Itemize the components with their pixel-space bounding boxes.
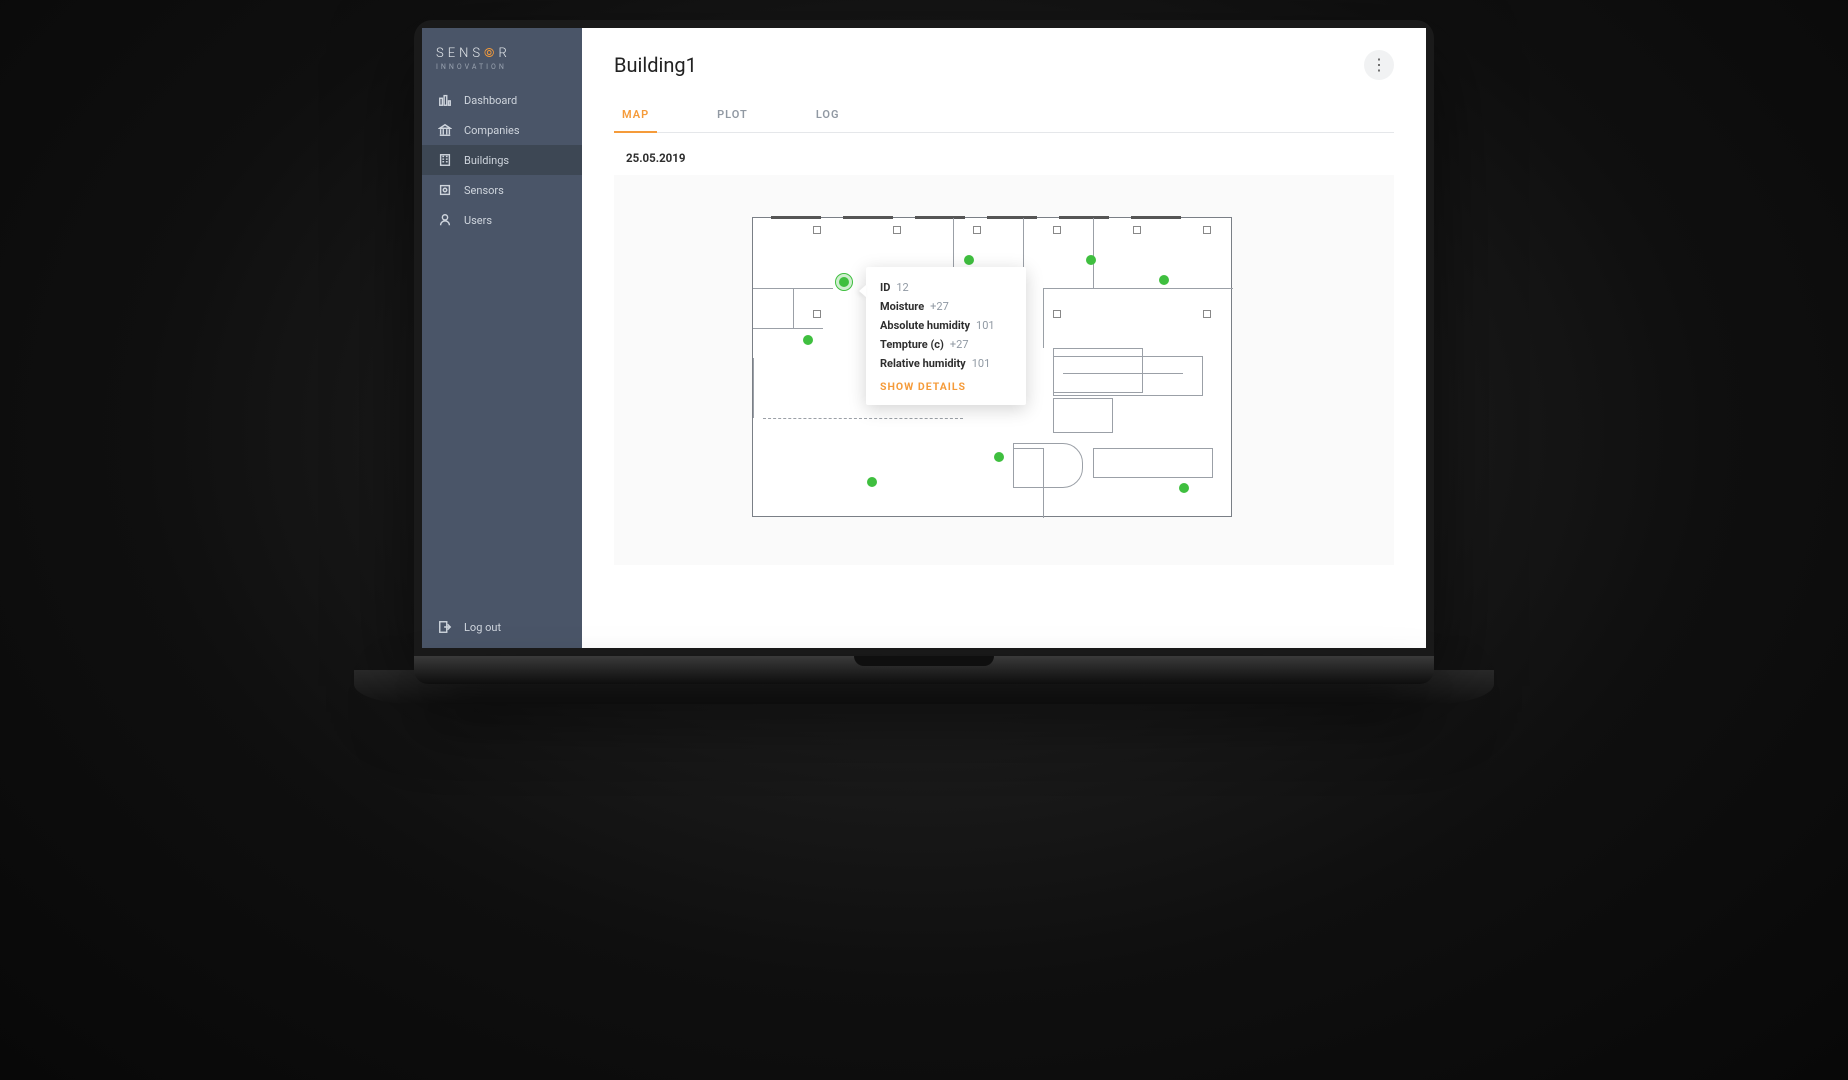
sensor-marker[interactable]: [994, 452, 1004, 462]
tooltip-value: +27: [930, 300, 949, 313]
sidebar-item-label: Buildings: [464, 154, 509, 167]
sidebar-item-companies[interactable]: Companies: [422, 115, 582, 145]
sidebar-item-label: Dashboard: [464, 94, 517, 107]
tooltip-row: ID 12: [880, 281, 1012, 294]
show-details-button[interactable]: SHOW DETAILS: [880, 380, 1012, 393]
tooltip-label: Moisture: [880, 300, 924, 313]
tooltip-value: +27: [950, 338, 969, 351]
sensor-tooltip: ID 12 Moisture +27 Absolute humidity 101: [866, 267, 1026, 405]
logout-label: Log out: [464, 621, 501, 634]
tooltip-row: Moisture +27: [880, 300, 1012, 313]
tooltip-row: Tempture (c) +27: [880, 338, 1012, 351]
building-icon: [438, 153, 452, 167]
sensor-marker[interactable]: [1086, 255, 1096, 265]
tooltip-label: ID: [880, 281, 890, 294]
tab-map[interactable]: MAP: [614, 98, 657, 133]
more-vertical-icon: ⋮: [1371, 57, 1387, 73]
logo: SENS⦾R INNOVATION: [422, 28, 582, 85]
sidebar-item-label: Companies: [464, 124, 520, 137]
user-icon: [438, 213, 452, 227]
more-options-button[interactable]: ⋮: [1364, 50, 1394, 80]
sidebar-item-buildings[interactable]: Buildings: [422, 145, 582, 175]
sensor-icon: [438, 183, 452, 197]
tabs: MAP PLOT LOG: [614, 98, 1394, 133]
sidebar: SENS⦾R INNOVATION Dashboard: [422, 28, 582, 648]
tooltip-row: Relative humidity 101: [880, 357, 1012, 370]
sensor-marker[interactable]: [803, 335, 813, 345]
screen-bezel: SENS⦾R INNOVATION Dashboard: [414, 20, 1434, 656]
tooltip-value: 12: [896, 281, 908, 294]
bar-chart-icon: [438, 93, 452, 107]
tab-log[interactable]: LOG: [808, 98, 848, 133]
tooltip-label: Tempture (c): [880, 338, 944, 351]
sidebar-item-label: Users: [464, 214, 492, 227]
page-title: Building1: [614, 53, 697, 77]
laptop-mockup: SENS⦾R INNOVATION Dashboard: [414, 20, 1434, 684]
floorplan-area[interactable]: ID 12 Moisture +27 Absolute humidity 101: [614, 175, 1394, 565]
sidebar-item-dashboard[interactable]: Dashboard: [422, 85, 582, 115]
sensor-marker[interactable]: [964, 255, 974, 265]
sensor-marker[interactable]: [1179, 483, 1189, 493]
sensor-marker[interactable]: [839, 277, 849, 287]
header-row: Building1 ⋮: [614, 50, 1394, 80]
sensor-marker[interactable]: [1159, 275, 1169, 285]
sidebar-nav: Dashboard Companies Buildings: [422, 85, 582, 606]
sidebar-item-label: Sensors: [464, 184, 504, 197]
logo-subline: INNOVATION: [436, 63, 568, 71]
tooltip-row: Absolute humidity 101: [880, 319, 1012, 332]
tooltip-value: 101: [976, 319, 995, 332]
sidebar-item-sensors[interactable]: Sensors: [422, 175, 582, 205]
sensor-marker[interactable]: [867, 477, 877, 487]
logout-button[interactable]: Log out: [438, 620, 566, 634]
laptop-notch: [854, 656, 994, 666]
main-content: Building1 ⋮ MAP PLOT LOG 25.05.2019: [582, 28, 1426, 648]
logout-icon: [438, 620, 452, 634]
tooltip-value: 101: [972, 357, 991, 370]
sidebar-footer: Log out: [422, 606, 582, 648]
logo-text-a: SENS: [436, 46, 484, 61]
app-screen: SENS⦾R INNOVATION Dashboard: [422, 28, 1426, 648]
tooltip-label: Relative humidity: [880, 357, 966, 370]
logo-wordmark: SENS⦾R: [436, 46, 568, 61]
laptop-base: [414, 656, 1434, 684]
tab-plot[interactable]: PLOT: [709, 98, 756, 133]
bank-icon: [438, 123, 452, 137]
logo-accent-glyph: ⦾: [484, 46, 498, 61]
sidebar-item-users[interactable]: Users: [422, 205, 582, 235]
date-label: 25.05.2019: [626, 151, 1394, 165]
tooltip-label: Absolute humidity: [880, 319, 970, 332]
logo-text-b: R: [498, 46, 510, 61]
